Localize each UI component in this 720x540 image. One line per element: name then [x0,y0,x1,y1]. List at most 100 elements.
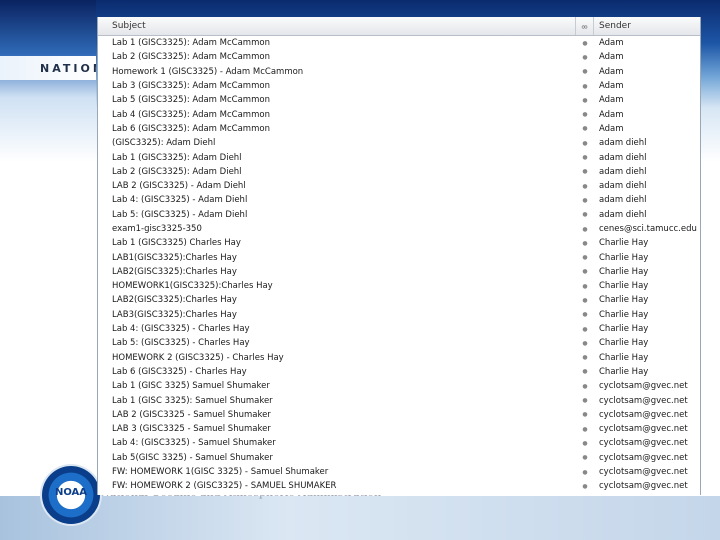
message-row[interactable]: Lab 1 (GISC 3325): Samuel Shumaker ● cyclo… [98,393,700,407]
message-sender: Charlie Hay [599,281,649,292]
message-subject: Lab 4: (GISC3325) - Charles Hay [112,324,250,335]
message-row[interactable]: (GISC3325): Adam Diehl ● adam diehl [98,136,700,150]
read-status-dot-icon: ● [582,196,588,204]
message-subject: Lab 2 (GISC3325): Adam McCammon [112,52,270,63]
message-row[interactable]: HOMEWORK 2 (GISC3325) - Charles Hay ● Char… [98,351,700,365]
message-sender: Adam [599,109,624,120]
message-sender: Charlie Hay [599,252,649,263]
message-row[interactable]: Lab 1 (GISC3325): Adam Diehl ● adam diehl [98,150,700,164]
noaa-logo-text: NOAA [54,487,88,498]
message-subject: LAB 2 (GISC3325 - Samuel Shumaker [112,409,271,420]
read-status-dot-icon: ● [582,411,588,419]
attachment-column-header[interactable]: ᢁ [576,17,594,35]
read-status-dot-icon: ● [582,311,588,319]
message-subject: Lab 1 (GISC3325): Adam Diehl [112,152,242,163]
message-row[interactable]: FW: HOMEWORK 1(GISC 3325) - Samuel Shuma… [98,465,700,479]
message-subject: Lab 1 (GISC 3325) Samuel Shumaker [112,381,270,392]
read-status-dot-icon: ● [582,397,588,405]
message-sender: cyclotsam@gvec.net [599,395,688,406]
message-row[interactable]: Lab 4: (GISC3325) - Adam Diehl ● adam dieh… [98,193,700,207]
read-status-dot-icon: ● [582,482,588,490]
message-sender: Adam [599,38,624,49]
message-subject: Lab 1 (GISC3325) Charles Hay [112,238,241,249]
message-row[interactable]: LAB3(GISC3325):Charles Hay ● Charlie Hay [98,308,700,322]
message-sender: adam diehl [599,209,647,220]
read-status-dot-icon: ● [582,139,588,147]
read-status-dot-icon: ● [582,39,588,47]
read-status-dot-icon: ● [582,225,588,233]
read-status-dot-icon: ● [582,454,588,462]
message-row[interactable]: Lab 5: (GISC3325) - Adam Diehl ● adam dieh… [98,208,700,222]
message-row[interactable]: Lab 2 (GISC3325): Adam Diehl ● adam diehl [98,165,700,179]
message-row[interactable]: exam1-gisc3325-350 ● cenes@sci.tamucc.edu [98,222,700,236]
read-status-dot-icon: ● [582,268,588,276]
message-subject: Lab 4: (GISC3325) - Samuel Shumaker [112,438,276,449]
message-row[interactable]: Lab 6 (GISC3325): Adam McCammon ● Adam [98,122,700,136]
message-row[interactable]: LAB 3 (GISC3325 - Samuel Shumaker ● cyclot… [98,422,700,436]
message-row[interactable]: LAB 2 (GISC3325 - Samuel Shumaker ● cyclot… [98,408,700,422]
read-status-dot-icon: ● [582,168,588,176]
read-status-dot-icon: ● [582,96,588,104]
background-left-panel [0,0,96,540]
message-row[interactable]: Lab 5: (GISC3325) - Charles Hay ● Charlie … [98,336,700,350]
message-sender: adam diehl [599,195,647,206]
message-subject: LAB3(GISC3325):Charles Hay [112,309,237,320]
message-subject: Homework 1 (GISC3325) - Adam McCammon [112,66,304,77]
message-sender: Charlie Hay [599,266,649,277]
message-sender: Charlie Hay [599,324,649,335]
read-status-dot-icon: ● [582,425,588,433]
message-row[interactable]: Lab 6 (GISC3325) - Charles Hay ● Charlie H… [98,365,700,379]
message-row[interactable]: LAB 2 (GISC3325) - Adam Diehl ● adam diehl [98,179,700,193]
message-row[interactable]: Lab 4: (GISC3325) - Samuel Shumaker ● cycl… [98,436,700,450]
message-row[interactable]: Lab 1 (GISC3325) Charles Hay ● Charlie Hay [98,236,700,250]
message-row[interactable]: LAB2(GISC3325):Charles Hay ● Charlie Hay [98,293,700,307]
message-subject: FW: HOMEWORK 1(GISC 3325) - Samuel Shuma… [112,467,329,478]
read-status-dot-icon: ● [582,439,588,447]
subject-column-header[interactable]: Subject [98,17,576,35]
message-row[interactable]: Lab 5 (GISC3325): Adam McCammon ● Adam [98,93,700,107]
message-subject: Lab 3 (GISC3325): Adam McCammon [112,81,270,92]
message-subject: LAB1(GISC3325):Charles Hay [112,252,237,263]
message-sender: Charlie Hay [599,352,649,363]
read-status-dot-icon: ● [582,125,588,133]
message-sender: Adam [599,81,624,92]
message-subject: Lab 5(GISC 3325) - Samuel Shumaker [112,452,273,463]
message-sender: Adam [599,52,624,63]
message-sender: Charlie Hay [599,338,649,349]
message-row[interactable]: Lab 4 (GISC3325): Adam McCammon ● Adam [98,107,700,121]
message-row[interactable]: Lab 2 (GISC3325): Adam McCammon ● Adam [98,50,700,64]
read-status-dot-icon: ● [582,382,588,390]
sender-column-header[interactable]: Sender [594,17,700,35]
message-sender: adam diehl [599,152,647,163]
read-status-dot-icon: ● [582,82,588,90]
read-status-dot-icon: ● [582,368,588,376]
message-row[interactable]: Homework 1 (GISC3325) - Adam McCammon ● Ad… [98,65,700,79]
message-subject: Lab 5: (GISC3325) - Adam Diehl [112,209,248,220]
message-sender: adam diehl [599,166,647,177]
message-row[interactable]: LAB2(GISC3325):Charles Hay ● Charlie Hay [98,265,700,279]
paperclip-icon: ᢁ [581,23,588,32]
message-sender: Adam [599,66,624,77]
read-status-dot-icon: ● [582,254,588,262]
message-sender: cyclotsam@gvec.net [599,452,688,463]
message-row[interactable]: FW: HOMEWORK 2 (GISC3325) - SAMUEL SHUMA… [98,479,700,493]
message-subject: FW: HOMEWORK 2 (GISC3325) - SAMUEL SHUMA… [112,481,337,492]
message-row[interactable]: Lab 1 (GISC 3325) Samuel Shumaker ● cyclot… [98,379,700,393]
background-title: NATIONAL [40,62,96,75]
message-sender: cyclotsam@gvec.net [599,481,688,492]
message-row[interactable]: HOMEWORK1(GISC3325):Charles Hay ● Charlie … [98,279,700,293]
message-row[interactable]: Lab 3 (GISC3325): Adam McCammon ● Adam [98,79,700,93]
message-sender: cenes@sci.tamucc.edu [599,224,697,234]
message-row[interactable]: LAB1(GISC3325):Charles Hay ● Charlie Hay [98,250,700,264]
message-sender: adam diehl [599,138,647,149]
message-sender: cyclotsam@gvec.net [599,409,688,420]
message-subject: HOMEWORK 2 (GISC3325) - Charles Hay [112,352,284,363]
read-status-dot-icon: ● [582,296,588,304]
message-row[interactable]: Lab 1 (GISC3325): Adam McCammon ● Adam [98,36,700,50]
message-row[interactable]: Lab 4: (GISC3325) - Charles Hay ● Charlie … [98,322,700,336]
read-status-dot-icon: ● [582,239,588,247]
message-sender: adam diehl [599,181,647,192]
message-sender: cyclotsam@gvec.net [599,438,688,449]
message-row[interactable]: Lab 5(GISC 3325) - Samuel Shumaker ● cyclo… [98,451,700,465]
read-status-dot-icon: ● [582,68,588,76]
